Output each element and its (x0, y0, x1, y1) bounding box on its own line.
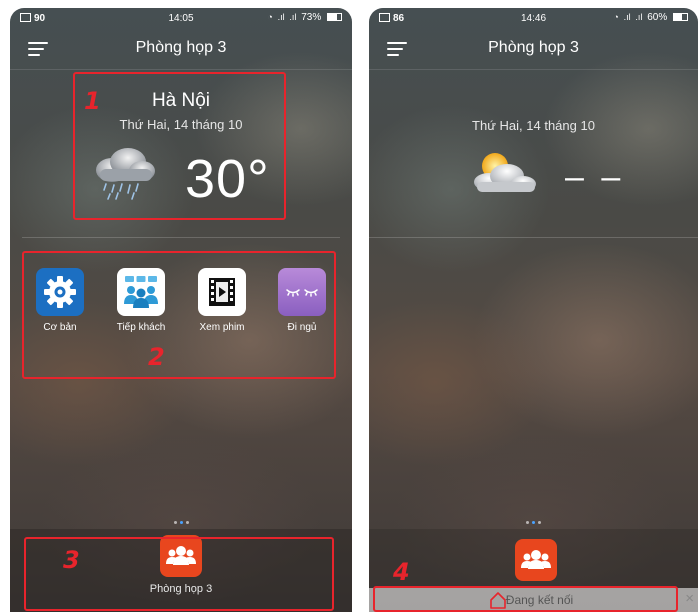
room-button[interactable] (515, 539, 557, 581)
temperature-value: – – (565, 158, 625, 196)
app-header: Phòng họp 3 (369, 30, 698, 70)
signal-icon: .ıl (289, 12, 297, 22)
phone-screen-right: 86 14:46 ◔ .ıl .ıl 60% Phòng họp 3 Thứ H… (369, 8, 698, 612)
weather-divider (22, 237, 340, 238)
header-divider (369, 69, 698, 70)
page-title: Phòng họp 3 (488, 39, 579, 56)
annotation-box-weather (73, 72, 286, 220)
signal-icon: .ıl (277, 12, 285, 22)
close-icon[interactable]: × (685, 590, 694, 607)
wifi-icon: ◔ (267, 12, 273, 22)
header-divider (10, 69, 352, 70)
wifi-icon: ◔ (613, 12, 619, 22)
weather-date: Thứ Hai, 14 tháng 10 (472, 118, 595, 133)
annotation-number: 1 (84, 87, 101, 115)
annotation-number: 4 (393, 558, 410, 586)
people-group-icon (521, 550, 551, 569)
battery-percent: 60% (647, 12, 668, 23)
status-indicators: ◔ .ıl .ıl 73% (265, 12, 342, 23)
page-indicator (10, 521, 352, 524)
annotation-box-connection (373, 586, 678, 612)
status-bar: 86 14:46 ◔ .ıl .ıl 60% (369, 8, 698, 30)
annotation-number: 3 (63, 546, 80, 574)
weather-divider (369, 237, 698, 238)
annotation-box-shortcuts (22, 251, 336, 379)
sun-cloud-icon (474, 153, 536, 192)
signal-icon: .ıl (623, 12, 631, 22)
annotation-number: 2 (148, 343, 165, 371)
battery-icon (327, 13, 342, 21)
battery-percent: 73% (301, 12, 322, 23)
page-title: Phòng họp 3 (135, 39, 227, 56)
battery-icon (673, 13, 688, 21)
app-header: Phòng họp 3 (10, 30, 352, 70)
signal-icon: .ıl (635, 12, 643, 22)
page-indicator (369, 521, 698, 524)
status-bar: 90 14:05 ◔ .ıl .ıl 73% (10, 8, 352, 30)
status-indicators: ◔ .ıl .ıl 60% (611, 12, 688, 23)
